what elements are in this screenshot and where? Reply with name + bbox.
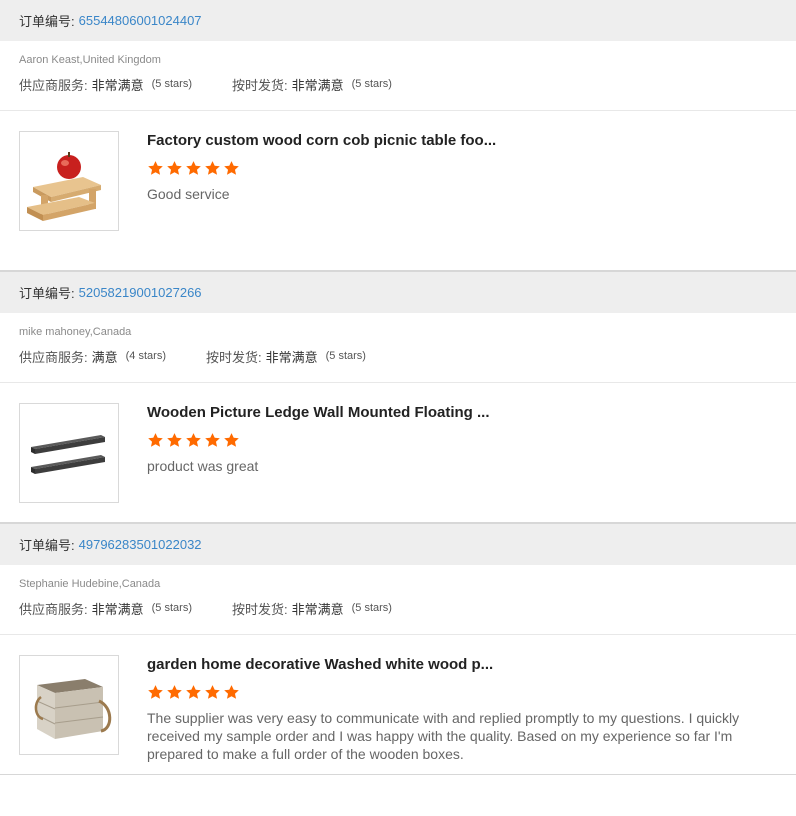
star-icon — [224, 685, 239, 699]
supplier-service-label: 供应商服务: — [19, 77, 88, 93]
rating-stars — [147, 684, 787, 702]
supplier-service-value: 非常满意 — [91, 601, 144, 617]
shipping-stars: (5 stars) — [351, 78, 392, 90]
ratings-row: 供应商服务: 满意 (4 stars) 按时发货: 非常满意 (5 stars) — [0, 345, 796, 367]
product-thumbnail[interactable] — [19, 403, 119, 503]
product-details: Factory custom wood corn cob picnic tabl… — [147, 131, 787, 231]
product-thumbnail[interactable] — [19, 655, 119, 755]
review-comment: product was great — [147, 458, 259, 474]
wooden-box-with-rope-handles-icon — [34, 679, 112, 739]
star-icon — [186, 433, 201, 447]
star-icon — [186, 685, 201, 699]
order-label: 订单编号: — [19, 538, 75, 553]
supplier-service-stars: (5 stars) — [151, 78, 192, 90]
star-icon — [148, 685, 163, 699]
supplier-service-stars: (4 stars) — [125, 350, 166, 362]
rating-stars — [147, 160, 787, 178]
star-icon — [167, 161, 182, 175]
product-row: Factory custom wood corn cob picnic tabl… — [0, 111, 796, 231]
order-number-link[interactable]: 65544806001024407 — [79, 13, 202, 28]
shipping-value: 非常满意 — [265, 349, 318, 365]
product-title-link[interactable]: garden home decorative Washed white wood… — [147, 655, 787, 675]
buyer-name: mike mahoney,Canada — [19, 326, 132, 338]
order-label: 订单编号: — [19, 286, 75, 301]
order-label: 订单编号: — [19, 14, 75, 29]
ratings-row: 供应商服务: 非常满意 (5 stars) 按时发货: 非常满意 (5 star… — [0, 73, 796, 95]
star-icon — [205, 161, 220, 175]
star-icon — [167, 685, 182, 699]
wall-ledge-shelves-icon — [31, 435, 105, 474]
shipping-value: 非常满意 — [291, 77, 344, 93]
order-number-link[interactable]: 52058219001027266 — [79, 285, 202, 300]
star-icon — [205, 685, 220, 699]
shipping-value: 非常满意 — [291, 601, 344, 617]
star-icon — [148, 433, 163, 447]
shipping-stars: (5 stars) — [325, 350, 366, 362]
product-title-link[interactable]: Wooden Picture Ledge Wall Mounted Floati… — [147, 403, 787, 423]
star-icon — [224, 161, 239, 175]
shipping-rating: 按时发货: 非常满意 (5 stars) — [232, 599, 392, 618]
supplier-service-label: 供应商服务: — [19, 349, 88, 365]
review-card: 订单编号: 52058219001027266 mike mahoney,Can… — [0, 271, 796, 523]
review-comment: The supplier was very easy to communicat… — [147, 710, 740, 762]
review-comment: Good service — [147, 186, 230, 202]
star-icon — [167, 433, 182, 447]
rating-stars — [147, 432, 787, 450]
product-row: Wooden Picture Ledge Wall Mounted Floati… — [0, 383, 796, 503]
star-icon — [205, 433, 220, 447]
product-title-link[interactable]: Factory custom wood corn cob picnic tabl… — [147, 131, 787, 151]
supplier-service-value: 非常满意 — [91, 77, 144, 93]
product-thumbnail[interactable] — [19, 131, 119, 231]
star-icon — [186, 161, 201, 175]
order-header: 订单编号: 52058219001027266 — [0, 272, 796, 313]
review-card: 订单编号: 49796283501022032 Stephanie Hudebi… — [0, 523, 796, 775]
order-header: 订单编号: 65544806001024407 — [0, 0, 796, 41]
shipping-rating: 按时发货: 非常满意 (5 stars) — [232, 75, 392, 94]
shipping-stars: (5 stars) — [351, 602, 392, 614]
product-row: garden home decorative Washed white wood… — [0, 635, 796, 763]
supplier-service-rating: 供应商服务: 非常满意 (5 stars) — [19, 599, 192, 618]
shipping-label: 按时发货: — [231, 601, 288, 617]
buyer-name: Aaron Keast,United Kingdom — [19, 54, 161, 66]
order-header: 订单编号: 49796283501022032 — [0, 524, 796, 565]
buyer-name: Stephanie Hudebine,Canada — [19, 578, 161, 590]
star-icon — [224, 433, 239, 447]
star-icon — [148, 161, 163, 175]
order-number-link[interactable]: 49796283501022032 — [79, 537, 202, 552]
supplier-service-stars: (5 stars) — [151, 602, 192, 614]
picnic-table-with-apple-icon — [27, 152, 101, 221]
review-card: 订单编号: 65544806001024407 Aaron Keast,Unit… — [0, 0, 796, 271]
shipping-rating: 按时发货: 非常满意 (5 stars) — [206, 347, 366, 366]
supplier-service-value: 满意 — [91, 349, 118, 365]
supplier-service-label: 供应商服务: — [19, 601, 88, 617]
shipping-label: 按时发货: — [205, 349, 262, 365]
product-details: Wooden Picture Ledge Wall Mounted Floati… — [147, 403, 787, 503]
ratings-row: 供应商服务: 非常满意 (5 stars) 按时发货: 非常满意 (5 star… — [0, 597, 796, 619]
supplier-service-rating: 供应商服务: 非常满意 (5 stars) — [19, 75, 192, 94]
product-details: garden home decorative Washed white wood… — [147, 655, 787, 763]
supplier-service-rating: 供应商服务: 满意 (4 stars) — [19, 347, 166, 366]
shipping-label: 按时发货: — [231, 77, 288, 93]
